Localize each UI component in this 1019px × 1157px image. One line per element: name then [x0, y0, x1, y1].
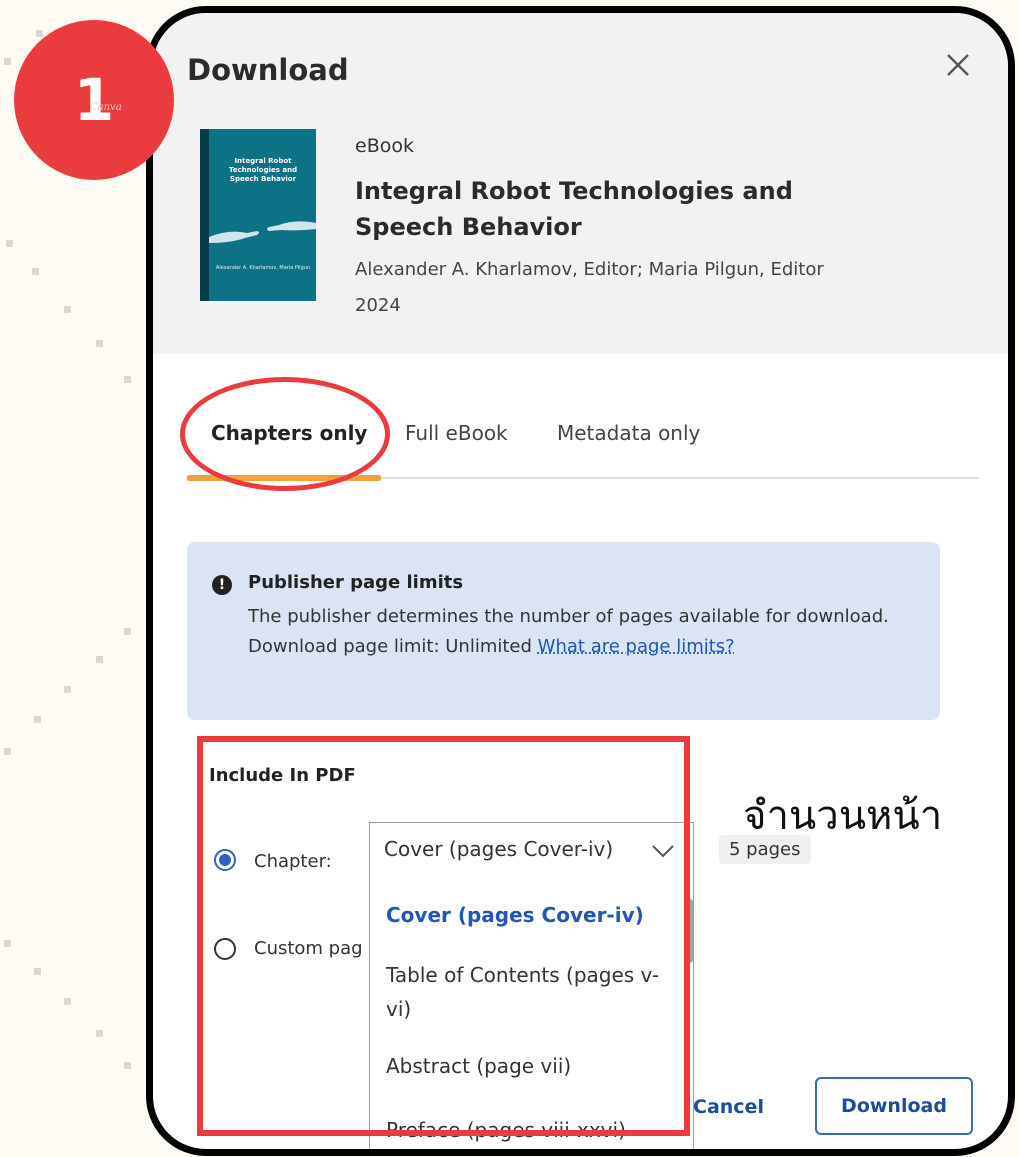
decorative-dot — [34, 716, 41, 723]
book-title: Integral Robot Technologies and Speech B… — [355, 177, 793, 241]
chevron-down-icon[interactable] — [651, 843, 675, 859]
decorative-dot — [124, 1062, 131, 1069]
decorative-dot — [4, 940, 11, 947]
decorative-dot — [6, 240, 13, 247]
publisher-limits-notice: ! Publisher page limits The publisher de… — [187, 542, 940, 720]
cover-editors: Alexander A. Kharlamov, Maria Pilgun — [215, 265, 311, 271]
step-number: 1 — [73, 66, 115, 134]
book-type: eBook — [355, 135, 414, 157]
download-button[interactable]: Download — [815, 1077, 973, 1135]
cancel-button[interactable]: Cancel — [693, 1096, 764, 1118]
decorative-dot — [4, 58, 11, 65]
decorative-dot — [4, 748, 11, 755]
book-cover: Integral Robot Technologies and Speech B… — [200, 129, 316, 301]
active-tab-indicator — [187, 475, 381, 481]
page-limit-text: Download page limit: Unlimited — [248, 636, 532, 657]
decorative-dot — [64, 998, 71, 1005]
dropdown-option[interactable]: Table of Contents (pages v-vi) — [386, 958, 676, 1026]
cover-spine — [200, 129, 209, 301]
tab-metadata-only[interactable]: Metadata only — [557, 421, 700, 445]
custom-pages-radio-label: Custom pag — [254, 938, 363, 959]
decorative-dot — [96, 1030, 103, 1037]
decorative-dot — [34, 968, 41, 975]
dropdown-scrollbar[interactable] — [685, 899, 693, 963]
dropdown-option[interactable]: Cover (pages Cover-iv) — [386, 898, 676, 932]
notice-text: The publisher determines the number of p… — [248, 606, 889, 627]
decorative-dot — [32, 268, 39, 275]
decorative-dot — [124, 628, 131, 635]
decorative-dot — [96, 340, 103, 347]
cover-title: Integral Robot Technologies and Speech B… — [228, 157, 298, 183]
chapter-radio[interactable] — [214, 849, 236, 871]
chapter-select-value[interactable]: Cover (pages Cover-iv) — [384, 837, 613, 861]
alert-icon: ! — [212, 575, 232, 595]
decorative-dot — [36, 30, 43, 37]
book-authors: Alexander A. Kharlamov, Editor; Maria Pi… — [355, 259, 824, 280]
chapter-radio-label: Chapter: — [254, 851, 332, 872]
notice-body: The publisher determines the number of p… — [248, 602, 908, 662]
watermark-text: Canva — [90, 102, 122, 113]
custom-pages-radio[interactable] — [214, 938, 236, 960]
decorative-dot — [124, 376, 131, 383]
decorative-dot — [96, 656, 103, 663]
book-year: 2024 — [355, 295, 401, 316]
include-in-pdf-label: Include In PDF — [209, 765, 356, 786]
decorative-dot — [64, 306, 71, 313]
device-frame: Download Integral Robot Technologies and… — [146, 6, 1015, 1156]
tab-chapters-only[interactable]: Chapters only — [211, 421, 367, 445]
close-icon[interactable] — [942, 49, 974, 81]
annotation-note: จำนวนหน้า — [743, 793, 943, 839]
chapter-dropdown[interactable]: Cover (pages Cover-iv) Cover (pages Cove… — [369, 822, 694, 1149]
dialog-title: Download — [187, 53, 349, 87]
tab-full-ebook[interactable]: Full eBook — [405, 421, 508, 445]
notice-heading: Publisher page limits — [248, 572, 464, 593]
dropdown-option[interactable]: Preface (pages viii-xxvi) — [386, 1113, 676, 1147]
page-limits-link[interactable]: What are page limits? — [538, 636, 735, 657]
dropdown-option[interactable]: Abstract (page vii) — [386, 1049, 676, 1083]
hands-illustration — [209, 221, 316, 243]
decorative-dot — [64, 686, 71, 693]
step-number-badge: 1 Canva — [14, 20, 174, 180]
